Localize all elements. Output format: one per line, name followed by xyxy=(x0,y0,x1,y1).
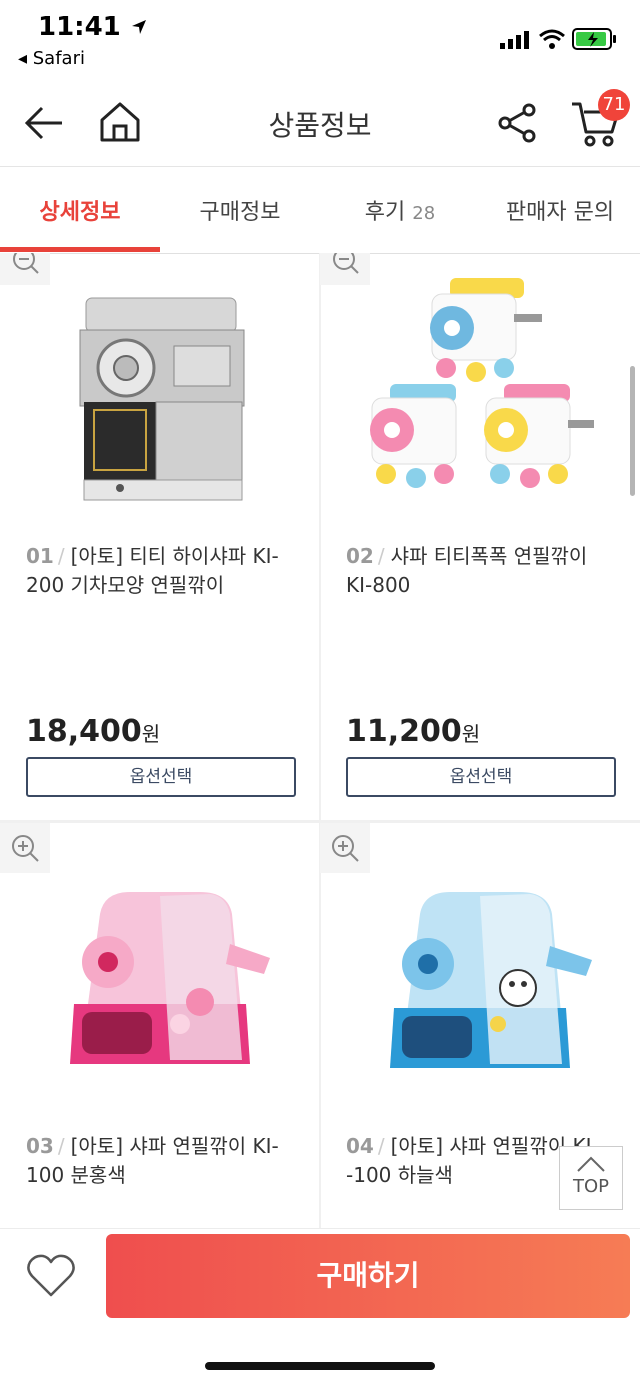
zoom-button[interactable] xyxy=(0,823,50,873)
tab-label: 판매자 문의 xyxy=(505,200,615,225)
tab-label: 구매정보 xyxy=(199,200,281,225)
product-name-line2: 200 기차모양 연필깎이 xyxy=(26,573,225,597)
product-name-line1: [아토] 티티 하이샤파 KI- xyxy=(70,544,279,568)
product-name[interactable]: 01/[아토] 티티 하이샤파 KI- 200 기차모양 연필깎이 xyxy=(26,542,306,600)
product-name-line1: 샤파 티티폭폭 연필깎이 xyxy=(390,544,588,568)
product-price: 18,400원 xyxy=(26,714,160,749)
zoom-icon xyxy=(13,248,39,274)
product-image[interactable] xyxy=(364,274,600,500)
status-time: 11:41 xyxy=(38,12,148,42)
scroll-top-button[interactable]: TOP xyxy=(559,1146,623,1210)
tab-label: 상세정보 xyxy=(39,200,121,225)
tab-reviews[interactable]: 후기 28 xyxy=(320,194,480,226)
zoom-icon xyxy=(12,835,39,862)
product-image[interactable] xyxy=(60,884,278,1076)
product-name[interactable]: 02/샤파 티티폭폭 연필깎이 KI-800 xyxy=(346,542,626,600)
tab-detail[interactable]: 상세정보 xyxy=(0,194,160,226)
tab-seller-inquiry[interactable]: 판매자 문의 xyxy=(480,194,640,226)
zoom-button[interactable] xyxy=(320,248,370,285)
buy-button[interactable]: 구매하기 xyxy=(106,1234,630,1318)
back-to-safari[interactable]: ◂ Safari xyxy=(18,48,85,69)
currency: 원 xyxy=(461,722,481,746)
tab-label: 후기 xyxy=(364,200,406,225)
top-label: TOP xyxy=(572,1176,610,1197)
review-count: 28 xyxy=(412,203,436,224)
currency: 원 xyxy=(141,722,161,746)
product-name-line2: -100 하늘색 xyxy=(346,1163,453,1187)
heart-icon[interactable] xyxy=(26,1253,76,1299)
product-number: 03 xyxy=(26,1134,54,1158)
product-name-line2: KI-800 xyxy=(346,573,411,597)
product-price: 11,200원 xyxy=(346,714,480,749)
product-image[interactable] xyxy=(74,290,250,506)
price-value: 11,200 xyxy=(346,714,462,749)
grid-divider xyxy=(319,253,321,1228)
product-number: 01 xyxy=(26,544,54,568)
signal-icon xyxy=(500,31,529,49)
wifi-icon xyxy=(539,29,565,49)
option-select-button[interactable]: 옵션선택 xyxy=(26,757,296,797)
product-number: 04 xyxy=(346,1134,374,1158)
product-name-line2: 100 분홍색 xyxy=(26,1163,126,1187)
option-select-button[interactable]: 옵션선택 xyxy=(346,757,616,797)
zoom-icon xyxy=(333,248,359,274)
page-title: 상품정보 xyxy=(268,109,372,142)
location-arrow-icon xyxy=(131,20,146,34)
zoom-button[interactable] xyxy=(320,823,370,873)
active-tab-indicator xyxy=(0,247,160,252)
home-indicator xyxy=(205,1362,435,1370)
price-value: 18,400 xyxy=(26,714,142,749)
chevron-up-icon xyxy=(577,1156,605,1172)
tab-purchase-info[interactable]: 구매정보 xyxy=(160,194,320,226)
scrollbar[interactable] xyxy=(630,366,635,496)
zoom-icon xyxy=(332,835,359,862)
zoom-button[interactable] xyxy=(0,248,50,285)
product-name-line1: [아토] 샤파 연필깎이 KI- xyxy=(70,1134,279,1158)
cart-count-badge: 71 xyxy=(598,89,630,121)
product-image[interactable] xyxy=(380,884,600,1080)
product-name[interactable]: 03/[아토] 샤파 연필깎이 KI- 100 분홍색 xyxy=(26,1132,306,1190)
battery-icon xyxy=(572,28,616,50)
product-number: 02 xyxy=(346,544,374,568)
share-icon[interactable] xyxy=(497,103,537,143)
